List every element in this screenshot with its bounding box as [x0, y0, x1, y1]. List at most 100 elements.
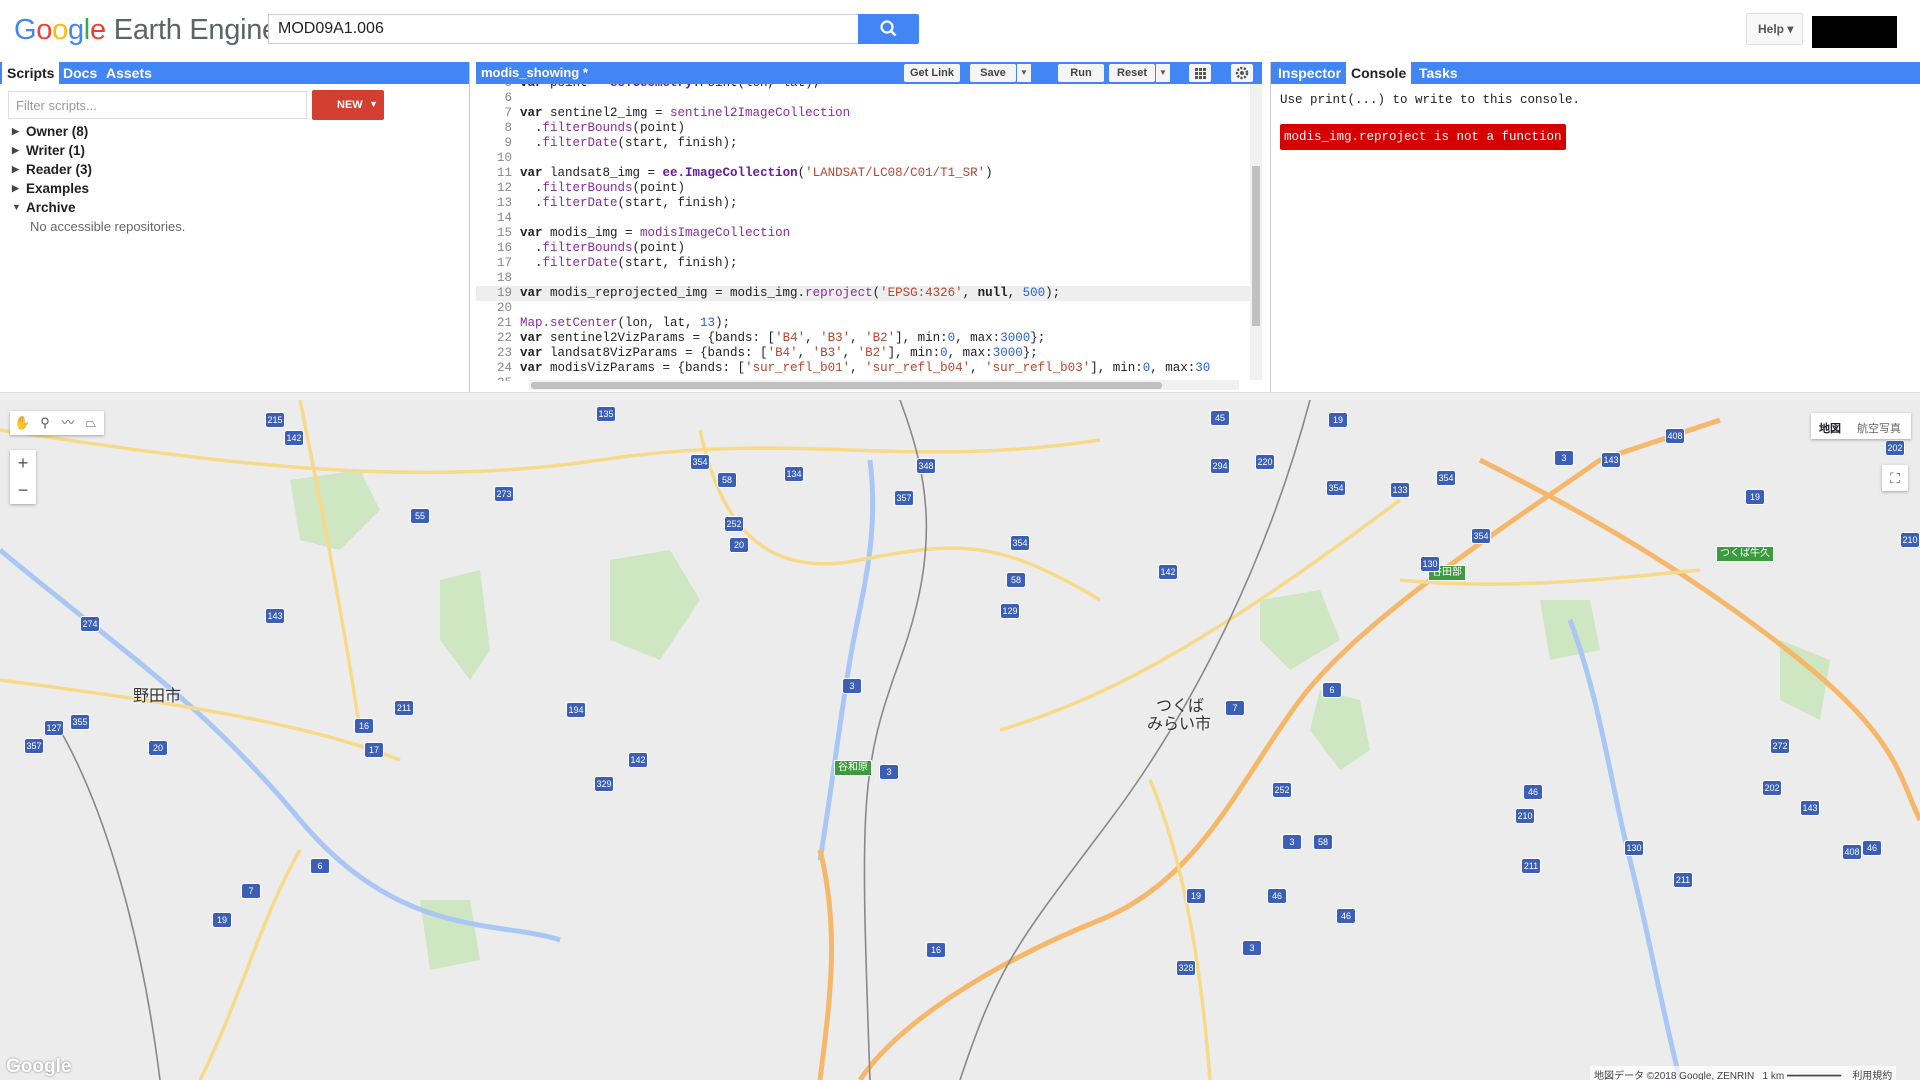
help-button[interactable]: Help ▾ — [1746, 13, 1803, 45]
code-text: .filterBounds(point) — [520, 181, 686, 195]
apps-grid-icon[interactable] — [1189, 64, 1211, 82]
terms-link[interactable]: 利用規約 — [1852, 1071, 1892, 1080]
route-shield: 20 — [729, 537, 749, 553]
earth-engine-logo[interactable]: Google Earth Engine — [14, 14, 278, 47]
tree-item-archive[interactable]: ▼ Archive — [12, 198, 185, 217]
map-view[interactable]: 野田市 つくば みらい市 谷田部 谷和原 つくば牛久 135 45 19 215 142… — [0, 400, 1920, 1080]
editor-vertical-scrollbar[interactable] — [1250, 84, 1262, 380]
script-tree: ▶ Owner (8) ▶ Writer (1) ▶ Reader (3) ▶ Exam… — [12, 122, 185, 236]
route-shield: 7 — [1225, 700, 1245, 716]
route-shield: 354 — [1471, 528, 1491, 544]
tree-item-writer[interactable]: ▶ Writer (1) — [12, 141, 185, 160]
filter-scripts-input[interactable]: Filter scripts... — [8, 91, 307, 119]
code-text: .filterBounds(point) — [520, 241, 686, 255]
search-input[interactable]: MOD09A1.006 — [268, 14, 858, 44]
tree-label: Writer (1) — [26, 143, 86, 158]
marker-icon[interactable]: ⚲ — [37, 415, 53, 431]
zoom-in-button[interactable]: + — [10, 450, 36, 477]
tree-item-reader[interactable]: ▶ Reader (3) — [12, 160, 185, 179]
station-label: 谷和原 — [834, 760, 872, 776]
route-shield: 3 — [1282, 834, 1302, 850]
code-line[interactable]: 12 .filterBounds(point) — [476, 181, 1250, 196]
route-shield: 6 — [310, 858, 330, 874]
code-line[interactable]: 20 — [476, 301, 1250, 316]
city-label: みらい市 — [1147, 716, 1212, 733]
scrollbar-thumb[interactable] — [531, 382, 1162, 389]
polygon-icon[interactable]: ⏢ — [83, 415, 99, 431]
tab-scripts[interactable]: Scripts — [2, 62, 60, 84]
route-shield: 3 — [879, 764, 899, 780]
tab-console[interactable]: Console — [1346, 62, 1412, 84]
route-shield: 19 — [1186, 888, 1206, 904]
code-line[interactable]: 23 var landsat8VizParams = {bands: ['B4',… — [476, 346, 1250, 361]
route-shield: 3 — [1242, 940, 1262, 956]
route-shield: 272 — [1770, 738, 1790, 754]
code-line[interactable]: 14 — [476, 211, 1250, 226]
top-bar: Google Earth Engine MOD09A1.006 Help ▾ — [0, 0, 1920, 62]
save-button[interactable]: Save — [970, 64, 1016, 82]
code-line[interactable]: 13 .filterDate(start, finish); — [476, 196, 1250, 211]
route-shield: 45 — [1210, 410, 1230, 426]
gear-icon[interactable] — [1231, 64, 1253, 82]
line-number: 15 — [496, 226, 512, 240]
editor-horizontal-scrollbar[interactable] — [529, 380, 1239, 390]
map-type-map-button[interactable]: 地図 — [1819, 420, 1841, 436]
line-number: 22 — [496, 331, 512, 345]
zoom-control: + − — [10, 450, 36, 504]
save-dropdown-icon[interactable]: ▼ — [1017, 64, 1031, 82]
attribution-text: 地図データ ©2018 Google, ZENRIN — [1594, 1071, 1755, 1080]
line-number: 14 — [496, 211, 512, 225]
code-line[interactable]: 22 var sentinel2VizParams = {bands: ['B4'… — [476, 331, 1250, 346]
reset-dropdown-icon[interactable]: ▼ — [1156, 64, 1170, 82]
tree-label: Owner (8) — [26, 124, 89, 139]
code-line[interactable]: 21 Map.setCenter(lon, lat, 13); — [476, 316, 1250, 331]
code-editor[interactable]: 5 var point = ee.Geometry.Point(lon, lat)… — [476, 84, 1250, 381]
tree-item-examples[interactable]: ▶ Examples — [12, 179, 185, 198]
tree-item-owner[interactable]: ▶ Owner (8) — [12, 122, 185, 141]
reset-button[interactable]: Reset — [1109, 64, 1155, 82]
route-shield: 133 — [1390, 482, 1410, 498]
new-script-button[interactable]: NEW ▼ — [312, 90, 384, 120]
line-icon[interactable]: 〰 — [60, 415, 76, 431]
line-number: 13 — [496, 196, 512, 210]
map-type-satellite-button[interactable]: 航空写真 — [1857, 420, 1901, 436]
code-line[interactable]: 18 — [476, 271, 1250, 286]
route-shield: 130 — [1420, 556, 1440, 572]
tab-docs[interactable]: Docs — [58, 62, 102, 84]
get-link-button[interactable]: Get Link — [904, 64, 960, 82]
route-shield: 16 — [926, 942, 946, 958]
account-button[interactable] — [1812, 16, 1897, 48]
code-line[interactable]: 16 .filterBounds(point) — [476, 241, 1250, 256]
route-shield: 210 — [1900, 532, 1920, 548]
search-icon — [880, 20, 897, 37]
fullscreen-icon[interactable]: ⛶ — [1882, 465, 1908, 491]
code-line[interactable]: 24 var modisVizParams = {bands: ['sur_ref… — [476, 361, 1250, 376]
tab-inspector[interactable]: Inspector — [1273, 62, 1346, 84]
zoom-out-button[interactable]: − — [10, 477, 36, 504]
tab-tasks[interactable]: Tasks — [1414, 62, 1463, 84]
route-shield: 46 — [1862, 840, 1882, 856]
scale-bar[interactable]: 1 km — [1763, 1071, 1785, 1080]
code-line[interactable]: 15 var modis_img = modisImageCollection — [476, 226, 1250, 241]
code-line[interactable]: 9 .filterDate(start, finish); — [476, 136, 1250, 151]
run-button[interactable]: Run — [1058, 64, 1104, 82]
code-line[interactable]: 8 .filterBounds(point) — [476, 121, 1250, 136]
code-line[interactable]: 19 var modis_reprojected_img = modis_img.… — [476, 286, 1250, 301]
route-shield: 408 — [1842, 844, 1862, 860]
route-shield: 202 — [1762, 780, 1782, 796]
scrollbar-thumb[interactable] — [1252, 166, 1260, 326]
code-line[interactable]: 10 — [476, 151, 1250, 166]
hand-pan-icon[interactable]: ✋ — [14, 415, 30, 431]
console-error-message[interactable]: modis_img.reproject is not a function — [1280, 124, 1566, 150]
code-line[interactable]: 11 var landsat8_img = ee.ImageCollection(… — [476, 166, 1250, 181]
tab-assets[interactable]: Assets — [101, 62, 157, 84]
search-button[interactable] — [858, 14, 919, 44]
line-number: 25 — [476, 376, 512, 381]
line-number: 5 — [476, 84, 512, 91]
tree-label: Reader (3) — [26, 162, 93, 177]
code-line[interactable]: 7 var sentinel2_img = sentinel2ImageColle… — [476, 106, 1250, 121]
code-line[interactable]: 5 var point = ee.Geometry.Point(lon, lat)… — [476, 84, 1250, 91]
code-line[interactable]: 17 .filterDate(start, finish); — [476, 256, 1250, 271]
code-text: var modis_reprojected_img = modis_img.re… — [520, 286, 1061, 300]
code-line[interactable]: 6 — [476, 91, 1250, 106]
